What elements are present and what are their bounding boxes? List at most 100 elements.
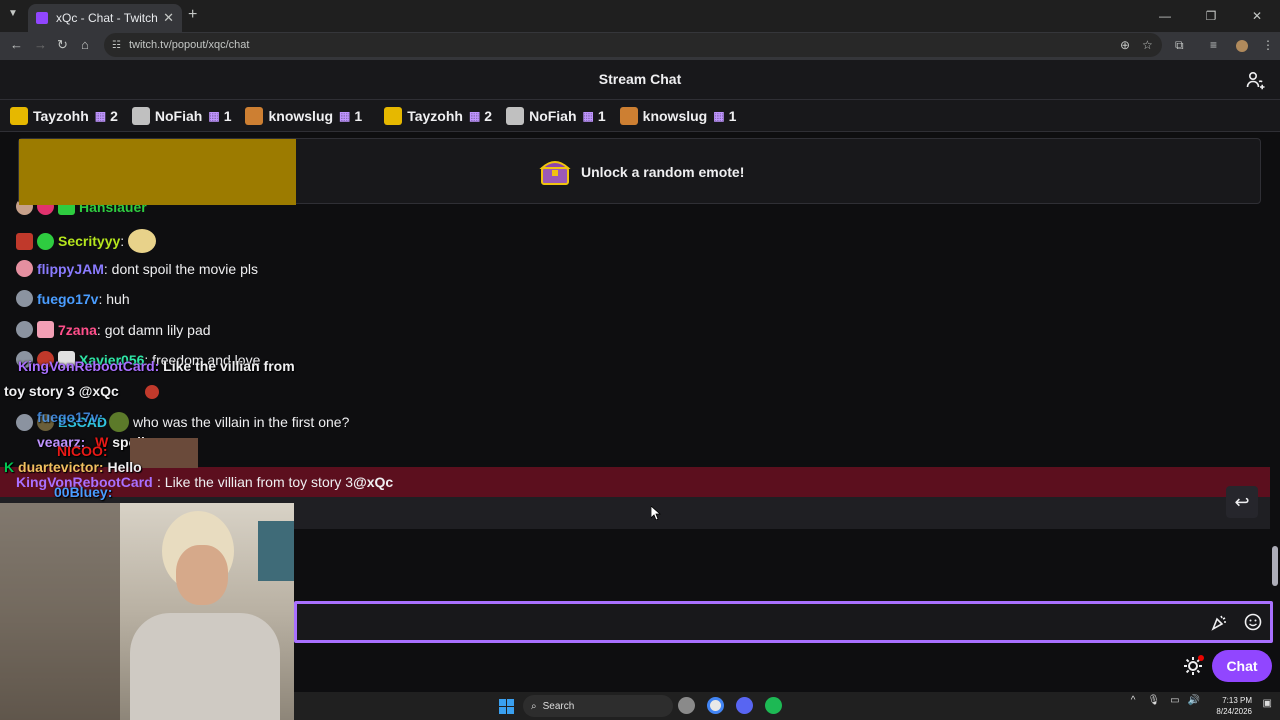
tab-list-chevron-icon[interactable]: ▼: [8, 8, 18, 19]
discord-icon[interactable]: [736, 697, 753, 714]
clock-time: 7:13 PM: [1222, 696, 1252, 705]
mouse-cursor-icon: [651, 506, 661, 520]
cheer-bits-icon[interactable]: [1210, 613, 1228, 631]
chat-header: Stream Chat: [0, 60, 1280, 100]
rank-badge-icon: [131, 106, 150, 125]
community-icon[interactable]: [1246, 70, 1266, 90]
volume-icon[interactable]: 🔊: [1188, 695, 1200, 706]
leaderboard-entry[interactable]: NoFiah ▦ 1: [131, 106, 232, 125]
chat-scrollbar[interactable]: [1270, 136, 1278, 598]
gifter-name: NoFiah: [154, 107, 203, 124]
badge-icon: [16, 321, 33, 338]
chat-message: flippyJAM : dont spoil the movie pls: [16, 260, 258, 277]
chat-messages: Hansiauer Secrityyy : flippyJAM : dont s…: [0, 134, 1270, 529]
leaderboard-entry[interactable]: Tayzohh ▦ 2: [10, 106, 118, 125]
gift-icon: ▦: [582, 108, 594, 123]
overlay-chat-line: KingVonRebootCard: Like the villian from: [18, 358, 295, 374]
address-bar[interactable]: ☷ twitch.tv/popout/xqc/chat: [104, 33, 1162, 57]
extensions-icon[interactable]: ⧉: [1175, 38, 1184, 53]
badge-icon: [16, 260, 33, 277]
close-tab-icon[interactable]: ✕: [163, 10, 174, 26]
send-chat-button[interactable]: Chat: [1212, 650, 1272, 682]
overlay-username: KingVonRebootCard:: [18, 358, 160, 374]
leaderboard-entry[interactable]: Tayzohh ▦ 2: [384, 106, 493, 125]
overlay-username: NICOO:: [57, 443, 108, 459]
network-icon[interactable]: ▭: [1170, 695, 1179, 706]
chat-text: : huh: [98, 290, 130, 307]
microphone-icon[interactable]: 🎙: [1147, 695, 1160, 706]
taskbar-app-icon[interactable]: [678, 697, 695, 714]
scrollbar-thumb[interactable]: [1272, 546, 1278, 586]
home-icon[interactable]: ⌂: [81, 37, 89, 52]
chat-message: fuego17v : huh: [16, 290, 130, 307]
chat-text: who was the villain in the first one?: [133, 414, 350, 430]
zoom-icon[interactable]: ⊕: [1120, 38, 1130, 52]
media-icon[interactable]: ≡: [1210, 38, 1217, 52]
badge-icon: [16, 413, 33, 431]
close-window-icon[interactable]: ✕: [1234, 0, 1280, 32]
leaderboard-entry[interactable]: NoFiah ▦ 1: [506, 106, 606, 125]
clock-date: 8/24/2026: [1216, 707, 1252, 716]
overlay-chat-line: NICOO:: [57, 443, 108, 459]
unlock-emote-banner[interactable]: Unlock a random emote!: [18, 138, 1261, 205]
browser-tab[interactable]: xQc - Chat - Twitch ✕: [28, 4, 182, 32]
chat-username[interactable]: fuego17v: [37, 291, 98, 307]
webcam-feed: [0, 503, 294, 720]
notification-icon[interactable]: ▣: [1263, 698, 1272, 709]
gift-count: 1: [597, 107, 606, 124]
gift-count: 2: [484, 107, 493, 124]
chrome-icon[interactable]: [707, 697, 724, 714]
chat-username[interactable]: flippyJAM: [37, 261, 104, 277]
leaderboard-entry[interactable]: knowslug ▦ 1: [245, 106, 362, 125]
chat-text: : got damn lily pad: [96, 321, 211, 338]
overlay-username: duartevictor:: [18, 459, 104, 475]
tab-title: xQc - Chat - Twitch: [56, 11, 158, 25]
os-taskbar: ⌕ Search ^ 🎙 ▭ 🔊 7:13 PM 8/24/2026 ▣: [294, 692, 1280, 720]
gifter-name: knowslug: [268, 107, 334, 124]
twitch-favicon-icon: [36, 12, 48, 24]
site-info-icon[interactable]: ☷: [112, 40, 121, 51]
chat-username[interactable]: 7zana: [58, 322, 97, 338]
minimize-icon[interactable]: —: [1142, 0, 1188, 32]
reload-icon[interactable]: ↻: [57, 37, 68, 53]
back-icon[interactable]: ←: [10, 37, 23, 52]
taskbar-search[interactable]: ⌕ Search: [523, 695, 673, 717]
profile-avatar[interactable]: [1236, 40, 1248, 52]
leaderboard-entry[interactable]: knowslug ▦ 1: [619, 106, 737, 125]
taskbar-clock[interactable]: 7:13 PM 8/24/2026: [1216, 695, 1252, 717]
gifter-name: knowslug: [642, 107, 708, 124]
reply-arrow-button[interactable]: ↩: [1226, 486, 1258, 518]
rank-badge-icon: [619, 106, 638, 125]
windows-start-icon[interactable]: [499, 699, 514, 714]
chat-message: Secrityyy :: [16, 229, 160, 253]
menu-icon[interactable]: ⋮: [1262, 38, 1274, 52]
search-label: Search: [542, 700, 575, 712]
tray-chevron-icon[interactable]: ^: [1131, 695, 1136, 706]
unlock-banner-text: Unlock a random emote!: [581, 164, 745, 180]
search-icon: ⌕: [531, 700, 537, 712]
overlay-chat-line: fuego17v:: [37, 409, 103, 425]
gift-count: 1: [728, 107, 737, 124]
chat-text: : dont spoil the movie pls: [103, 260, 258, 277]
page-title: Stream Chat: [598, 71, 682, 87]
new-tab-icon[interactable]: +: [188, 6, 197, 24]
emote-picker-icon[interactable]: [1244, 613, 1262, 631]
bookmark-star-icon[interactable]: ☆: [1142, 38, 1153, 52]
rank-badge-icon: [10, 106, 28, 125]
overlay-chat-line: 00Bluey:: [54, 484, 112, 500]
browser-tab-bar: ▼ xQc - Chat - Twitch ✕ + — ❐ ✕: [0, 0, 1280, 32]
gift-icon: ▦: [468, 108, 481, 123]
rank-badge-icon: [245, 106, 264, 125]
restore-icon[interactable]: ❐: [1188, 0, 1234, 32]
gift-count: 1: [223, 107, 232, 124]
gifter-name: NoFiah: [529, 107, 577, 124]
forward-icon[interactable]: →: [34, 37, 47, 52]
mention-text[interactable]: @xQc: [353, 474, 393, 490]
spotify-icon[interactable]: [765, 697, 782, 714]
chat-input[interactable]: [294, 601, 1273, 643]
chat-message: 7zana : got damn lily pad: [16, 321, 211, 338]
url-text: twitch.tv/popout/xqc/chat: [128, 39, 250, 51]
chat-username[interactable]: Secrityyy: [58, 233, 120, 249]
gift-leaderboard: Tayzohh ▦ 2 NoFiah ▦ 1 knowslug ▦ 1 Tayz…: [0, 100, 1280, 132]
chat-settings-icon[interactable]: [1182, 655, 1204, 677]
